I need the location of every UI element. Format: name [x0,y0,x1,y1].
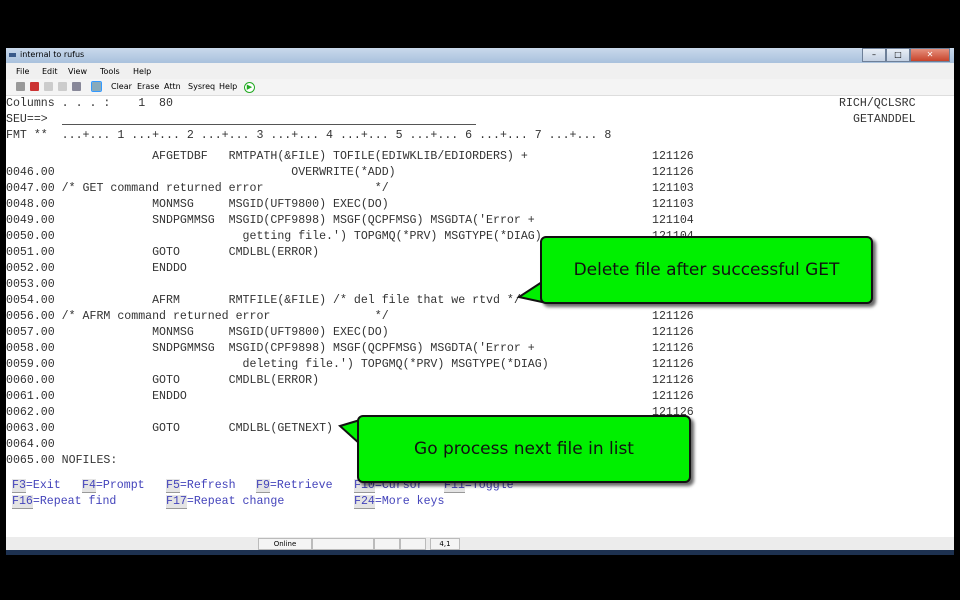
library-name: RICH/QCLSRC [839,97,916,110]
line-date: 121126 [652,326,694,339]
columns-info: Columns . . . : 1 80 [6,97,173,110]
source-line[interactable]: 0060.00 GOTO CMDLBL(ERROR) [6,373,319,389]
source-line[interactable]: 0059.00 deleting file.') TOPGMQ(*PRV) MS… [6,357,549,373]
source-line[interactable]: 0047.00 /* GET command returned error */ [6,181,389,197]
source-line[interactable]: 0046.00 OVERWRITE(*ADD) [6,165,396,181]
line-date: 121126 [652,150,694,163]
fkey-f17[interactable]: F17=Repeat change [166,494,284,510]
status-bar: Online 4,1 [6,537,954,550]
cursor-position: 4,1 [430,538,460,550]
fkey-f5[interactable]: F5=Refresh [166,478,236,494]
fkey-f24[interactable]: F24=More keys [354,494,444,510]
source-line[interactable]: 0054.00 AFRM RMTFILE(&FILE) /* del file … [6,293,521,309]
callout-next-file: Go process next file in list [357,415,691,483]
maximize-button[interactable]: □ [886,48,910,62]
source-line[interactable]: 0062.00 [6,405,55,421]
disconnect-icon[interactable] [30,82,39,91]
copy-icon[interactable] [44,82,53,91]
source-line[interactable]: 0056.00 /* AFRM command returned error *… [6,309,389,325]
line-date: 121103 [652,182,694,195]
line-date: 121126 [652,166,694,179]
fkey-f4[interactable]: F4=Prompt [82,478,145,494]
fkey-f9[interactable]: F9=Retrieve [256,478,333,494]
status-cell [400,538,426,550]
line-date: 121104 [652,214,694,227]
source-line[interactable]: 0061.00 ENDDO [6,389,187,405]
paste-icon[interactable] [58,82,67,91]
source-line[interactable]: 0064.00 [6,437,55,453]
line-date: 121126 [652,310,694,323]
erase-button[interactable]: Erase [137,82,159,91]
sysreq-button[interactable]: Sysreq [188,82,215,91]
connection-status: Online [258,538,312,550]
menu-edit[interactable]: Edit [42,67,58,76]
line-date: 121126 [652,390,694,403]
source-line[interactable]: 0048.00 MONMSG MSGID(UFT9800) EXEC(DO) [6,197,389,213]
source-line[interactable]: 0050.00 getting file.') TOPGMQ(*PRV) MSG… [6,229,542,245]
status-cell [374,538,400,550]
macro-icon[interactable] [91,81,102,92]
clear-button[interactable]: Clear [111,82,132,91]
window-title: internal to rufus [20,50,85,59]
format-line: FMT ** ...+... 1 ...+... 2 ...+... 3 ...… [6,129,612,142]
fkey-f3[interactable]: F3=Exit [12,478,61,494]
minimize-button[interactable]: – [862,48,886,62]
menu-file[interactable]: File [16,67,29,76]
attn-button[interactable]: Attn [164,82,181,91]
fkey-f16[interactable]: F16=Repeat find [12,494,116,510]
callout-delete-file: Delete file after successful GET [540,236,873,304]
print-icon[interactable] [72,82,81,91]
line-date: 121126 [652,342,694,355]
display-icon[interactable] [16,82,25,91]
toolbar: Clear Erase Attn Sysreq Help ▶ [6,79,954,96]
line-date: 121126 [652,374,694,387]
line-date: 121126 [652,358,694,371]
menu-tools[interactable]: Tools [100,67,120,76]
source-line[interactable]: AFGETDBF RMTPATH(&FILE) TOFILE(EDIWKLIB/… [6,149,528,165]
menu-help[interactable]: Help [133,67,151,76]
source-line[interactable]: 0051.00 GOTO CMDLBL(ERROR) [6,245,319,261]
title-bar: internal to rufus – □ ✕ [6,48,954,63]
source-line[interactable]: 0057.00 MONMSG MSGID(UFT9800) EXEC(DO) [6,325,389,341]
play-icon[interactable]: ▶ [244,82,255,93]
source-line[interactable]: 0049.00 SNDPGMMSG MSGID(CPF9898) MSGF(QC… [6,213,535,229]
seu-command-input[interactable] [62,124,476,125]
source-line[interactable]: 0063.00 GOTO CMDLBL(GETNEXT) [6,421,333,437]
taskbar [6,550,954,555]
source-line[interactable]: 0053.00 [6,277,55,293]
line-date: 121103 [652,198,694,211]
menu-bar: File Edit View Tools Help [6,63,954,79]
seu-label: SEU==> [6,113,48,126]
app-icon [9,53,16,57]
member-name: GETANDDEL [853,113,916,126]
menu-view[interactable]: View [68,67,87,76]
source-line[interactable]: 0065.00 NOFILES: [6,453,117,469]
source-line[interactable]: 0058.00 SNDPGMMSG MSGID(CPF9898) MSGF(QC… [6,341,535,357]
status-cell [312,538,374,550]
help-button[interactable]: Help [219,82,237,91]
source-line[interactable]: 0052.00 ENDDO [6,261,187,277]
close-button[interactable]: ✕ [910,48,950,62]
